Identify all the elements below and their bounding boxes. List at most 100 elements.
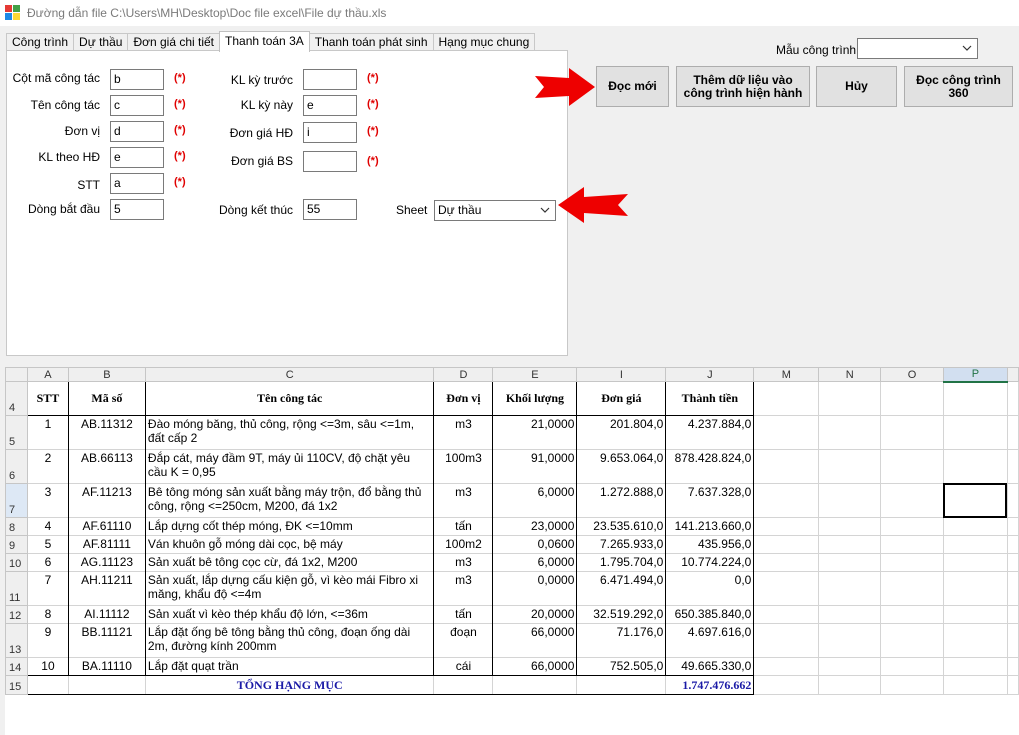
cell-ma-so[interactable]: AF.81111 xyxy=(67,535,146,554)
cell[interactable] xyxy=(1006,449,1019,484)
cot-ma-input[interactable]: b xyxy=(110,69,164,90)
cell[interactable] xyxy=(880,623,944,658)
cell-ten-cong-tac[interactable]: Ván khuôn gỗ móng dài cọc, bệ máy xyxy=(144,535,435,554)
cell-ma-so[interactable]: AI.11112 xyxy=(67,605,146,624)
cell-stt[interactable]: 3 xyxy=(26,483,69,518)
cell[interactable] xyxy=(943,623,1008,658)
col-header-b[interactable]: B xyxy=(67,367,146,382)
cell-thanh-tien[interactable]: 0,0 xyxy=(665,571,755,606)
cell-ten-cong-tac[interactable]: Đào móng băng, thủ công, rộng <=3m, sâu … xyxy=(144,415,435,450)
row-header[interactable]: 10 xyxy=(5,553,28,572)
row-header[interactable]: 12 xyxy=(5,605,28,624)
cell-khoi-luong[interactable]: 0,0600 xyxy=(492,535,578,554)
cell[interactable] xyxy=(880,415,944,450)
cell[interactable] xyxy=(753,553,820,572)
cell-don-gia[interactable]: 1.272.888,0 xyxy=(576,483,667,518)
cell-ma-so[interactable]: BB.11121 xyxy=(67,623,146,658)
cell[interactable] xyxy=(1006,535,1019,554)
selected-cell[interactable] xyxy=(942,482,1008,518)
cell[interactable] xyxy=(818,449,882,484)
col-header-extra[interactable] xyxy=(1006,367,1019,382)
header-don-vi[interactable]: Đơn vị xyxy=(433,381,494,416)
cell-ma-so[interactable]: AB.66113 xyxy=(67,449,146,484)
cell[interactable] xyxy=(943,657,1008,676)
header-stt[interactable]: STT xyxy=(26,381,69,416)
cell[interactable] xyxy=(818,381,882,416)
cell[interactable] xyxy=(753,571,820,606)
cell-don-gia[interactable]: 201.804,0 xyxy=(576,415,667,450)
cell-khoi-luong[interactable]: 6,0000 xyxy=(492,553,578,572)
cell-don-vi[interactable]: m3 xyxy=(433,553,494,572)
cell[interactable] xyxy=(880,553,944,572)
row-header[interactable]: 15 xyxy=(5,675,28,695)
cell-don-gia[interactable]: 6.471.494,0 xyxy=(576,571,667,606)
col-header-a[interactable]: A xyxy=(26,367,69,382)
cell-stt[interactable]: 9 xyxy=(26,623,69,658)
cell[interactable] xyxy=(1006,623,1019,658)
row-header[interactable]: 7 xyxy=(5,483,28,518)
cell-ten-cong-tac[interactable]: Lắp đặt quạt trần xyxy=(144,657,435,676)
cell-ma-so[interactable]: AB.11312 xyxy=(67,415,146,450)
cell-thanh-tien[interactable]: 10.774.224,0 xyxy=(665,553,755,572)
don-gia-hd-input[interactable]: i xyxy=(303,122,357,143)
cell[interactable] xyxy=(818,571,882,606)
header-khoi-luong[interactable]: Khối lượng xyxy=(492,381,578,416)
cell[interactable] xyxy=(753,415,820,450)
cell-khoi-luong[interactable]: 66,0000 xyxy=(492,657,578,676)
cell[interactable] xyxy=(1006,605,1019,624)
cell-stt[interactable]: 2 xyxy=(26,449,69,484)
cell[interactable] xyxy=(943,381,1008,416)
cell[interactable] xyxy=(880,381,944,416)
cell-ma-so[interactable]: AG.11123 xyxy=(67,553,146,572)
cell-ten-cong-tac[interactable]: Lắp dựng cốt thép móng, ĐK <=10mm xyxy=(144,517,435,536)
huy-button[interactable]: Hủy xyxy=(816,66,897,107)
cell[interactable] xyxy=(818,605,882,624)
cell-don-gia[interactable]: 71.176,0 xyxy=(576,623,667,658)
cell[interactable] xyxy=(943,517,1008,536)
sheet-select[interactable]: Dự thầu xyxy=(434,200,556,221)
cell-ten-cong-tac[interactable]: Lắp đặt ống bê tông bằng thủ công, đoạn … xyxy=(144,623,435,658)
cell[interactable] xyxy=(818,623,882,658)
cell[interactable] xyxy=(818,553,882,572)
cell[interactable] xyxy=(753,675,820,695)
cell[interactable] xyxy=(1006,415,1019,450)
header-ten-cong-tac[interactable]: Tên công tác xyxy=(144,381,435,416)
cell-thanh-tien[interactable]: 435.956,0 xyxy=(665,535,755,554)
corner-cell[interactable] xyxy=(5,367,28,382)
cell-don-gia[interactable]: 23.535.610,0 xyxy=(576,517,667,536)
cell-don-gia[interactable]: 1.795.704,0 xyxy=(576,553,667,572)
kl-ky-nay-input[interactable]: e xyxy=(303,95,357,116)
don-vi-input[interactable]: d xyxy=(110,121,164,142)
doc-moi-button[interactable]: Đọc mới xyxy=(596,66,669,107)
total-label[interactable]: TỔNG HẠNG MỤC xyxy=(144,675,435,695)
cell-khoi-luong[interactable]: 23,0000 xyxy=(492,517,578,536)
cell[interactable] xyxy=(1006,675,1019,695)
kl-theo-hd-input[interactable]: e xyxy=(110,147,164,168)
dong-ket-thuc-input[interactable]: 55 xyxy=(303,199,357,220)
cell-khoi-luong[interactable]: 20,0000 xyxy=(492,605,578,624)
cell-stt[interactable]: 10 xyxy=(26,657,69,676)
cell-thanh-tien[interactable]: 878.428.824,0 xyxy=(665,449,755,484)
cell[interactable] xyxy=(880,657,944,676)
cell[interactable] xyxy=(818,483,882,518)
cell-don-vi[interactable]: m3 xyxy=(433,415,494,450)
cell-thanh-tien[interactable]: 650.385.840,0 xyxy=(665,605,755,624)
cell-stt[interactable]: 8 xyxy=(26,605,69,624)
cell[interactable] xyxy=(943,605,1008,624)
cell[interactable] xyxy=(943,675,1008,695)
cell-don-vi[interactable]: đoạn xyxy=(433,623,494,658)
row-header[interactable]: 5 xyxy=(5,415,28,450)
col-header-o[interactable]: O xyxy=(880,367,944,382)
header-ma-so[interactable]: Mã số xyxy=(67,381,146,416)
cell-ma-so[interactable]: AH.11211 xyxy=(67,571,146,606)
col-header-d[interactable]: D xyxy=(433,367,494,382)
col-header-n[interactable]: N xyxy=(818,367,882,382)
cell-don-gia[interactable]: 32.519.292,0 xyxy=(576,605,667,624)
cell[interactable] xyxy=(943,553,1008,572)
cell[interactable] xyxy=(880,517,944,536)
cell[interactable] xyxy=(818,657,882,676)
cell-don-gia[interactable]: 752.505,0 xyxy=(576,657,667,676)
cell[interactable] xyxy=(943,415,1008,450)
cell-ma-so[interactable]: AF.61110 xyxy=(67,517,146,536)
col-header-m[interactable]: M xyxy=(753,367,820,382)
